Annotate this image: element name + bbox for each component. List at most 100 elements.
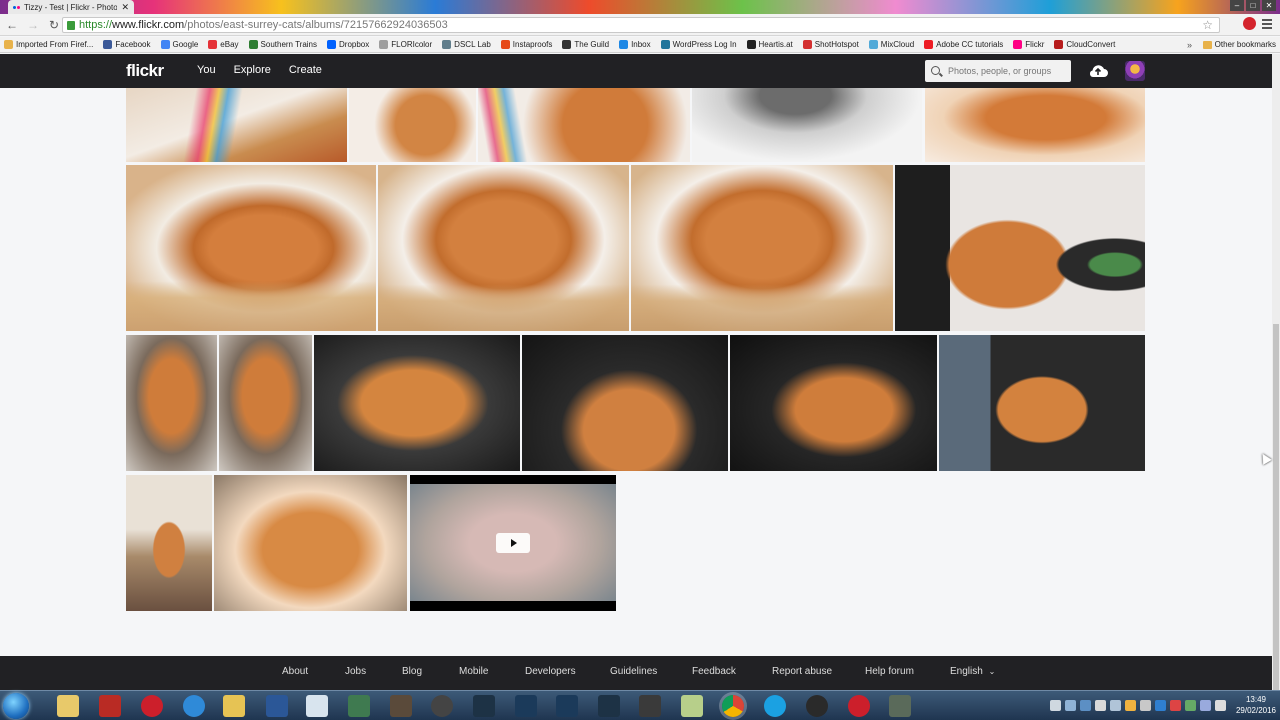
opera-icon[interactable] bbox=[141, 695, 163, 717]
video-tile[interactable] bbox=[410, 475, 616, 611]
bookmark-item[interactable]: CloudConvert bbox=[1054, 40, 1115, 49]
footer-link-help-forum[interactable]: Help forum bbox=[865, 666, 914, 677]
tray-icon[interactable] bbox=[1154, 699, 1166, 711]
play-icon[interactable] bbox=[496, 533, 530, 553]
file-explorer-icon[interactable] bbox=[57, 695, 79, 717]
spotify-icon[interactable] bbox=[806, 695, 828, 717]
bookmark-item[interactable]: Facebook bbox=[103, 40, 151, 49]
back-icon[interactable]: ← bbox=[3, 16, 21, 34]
tray-icon[interactable] bbox=[1139, 699, 1151, 711]
mail-icon[interactable] bbox=[223, 695, 245, 717]
upload-cloud-icon[interactable] bbox=[1088, 63, 1108, 79]
chrome-menu-icon[interactable] bbox=[1262, 18, 1272, 30]
tray-icon[interactable] bbox=[1049, 699, 1061, 711]
photoshop-2-icon[interactable] bbox=[556, 695, 578, 717]
page-scrollbar[interactable] bbox=[1272, 54, 1280, 690]
taskbar-clock[interactable]: 13:49 29/02/2016 bbox=[1236, 694, 1276, 716]
tray-icon[interactable] bbox=[1109, 699, 1121, 711]
photo-tile[interactable] bbox=[349, 88, 476, 162]
tray-icon[interactable] bbox=[1124, 699, 1136, 711]
nav-create[interactable]: Create bbox=[289, 64, 322, 76]
skype-icon[interactable] bbox=[764, 695, 786, 717]
bookmark-item[interactable]: Adobe CC tutorials bbox=[924, 40, 1003, 49]
tray-icon[interactable] bbox=[1064, 699, 1076, 711]
photo-tile[interactable] bbox=[522, 335, 728, 471]
camera-raw-icon[interactable] bbox=[390, 695, 412, 717]
photo-tile[interactable] bbox=[314, 335, 520, 471]
notes-icon[interactable] bbox=[681, 695, 703, 717]
forward-icon[interactable]: → bbox=[24, 16, 42, 34]
footer-link-about[interactable]: About bbox=[282, 666, 308, 677]
opera-2-icon[interactable] bbox=[848, 695, 870, 717]
close-window-icon[interactable]: ✕ bbox=[1262, 0, 1276, 11]
word-icon[interactable] bbox=[266, 695, 288, 717]
search-box[interactable] bbox=[925, 60, 1071, 82]
search-input[interactable] bbox=[948, 66, 1066, 76]
footer-link-guidelines[interactable]: Guidelines bbox=[610, 666, 657, 677]
photo-tile[interactable] bbox=[478, 88, 690, 162]
minimize-icon[interactable]: – bbox=[1230, 0, 1244, 11]
opera-extension-icon[interactable] bbox=[1243, 17, 1256, 30]
photo-tile[interactable] bbox=[925, 88, 1145, 162]
address-bar[interactable]: https:// www.flickr.com /photos/east-sur… bbox=[62, 17, 1220, 33]
bookmark-item[interactable]: Southern Trains bbox=[248, 40, 317, 49]
language-selector[interactable]: English ⌄ bbox=[950, 666, 995, 677]
photo-tile[interactable] bbox=[730, 335, 937, 471]
photoshop-icon[interactable] bbox=[515, 695, 537, 717]
filezilla-icon[interactable] bbox=[99, 695, 121, 717]
close-tab-icon[interactable]: ✕ bbox=[121, 2, 129, 13]
photo-tile[interactable] bbox=[939, 335, 1145, 471]
flickr-logo[interactable]: flickr bbox=[126, 61, 164, 81]
bookmark-item[interactable]: WordPress Log In bbox=[660, 40, 737, 49]
media-icon[interactable] bbox=[431, 695, 453, 717]
lightroom-icon[interactable] bbox=[473, 695, 495, 717]
tray-icon[interactable] bbox=[1094, 699, 1106, 711]
footer-link-developers[interactable]: Developers bbox=[525, 666, 576, 677]
bookmark-item[interactable]: Inbox bbox=[619, 40, 651, 49]
photo-tile[interactable] bbox=[126, 475, 212, 611]
app-icon[interactable] bbox=[889, 695, 911, 717]
photo-tile[interactable] bbox=[126, 335, 217, 471]
adobe-bridge-icon[interactable] bbox=[639, 695, 661, 717]
footer-link-report-abuse[interactable]: Report abuse bbox=[772, 666, 832, 677]
bookmark-item[interactable]: The Guild bbox=[562, 40, 609, 49]
user-avatar[interactable] bbox=[1125, 61, 1145, 81]
reload-icon[interactable]: ↻ bbox=[45, 16, 63, 34]
internet-explorer-icon[interactable] bbox=[183, 695, 205, 717]
other-bookmarks[interactable]: Other bookmarks bbox=[1202, 40, 1276, 49]
bookmark-item[interactable]: Google bbox=[160, 40, 198, 49]
bookmark-star-icon[interactable]: ☆ bbox=[1202, 18, 1213, 32]
photo-tile[interactable] bbox=[895, 165, 1145, 331]
photo-tile[interactable] bbox=[126, 165, 376, 331]
photo-tile[interactable] bbox=[378, 165, 629, 331]
photo-tile[interactable] bbox=[692, 88, 922, 162]
lightroom-2-icon[interactable] bbox=[598, 695, 620, 717]
bookmark-item[interactable]: FLORIcolor bbox=[379, 40, 432, 49]
photo-tile[interactable] bbox=[214, 475, 407, 611]
bookmark-item[interactable]: Imported From Firef... bbox=[4, 40, 93, 49]
footer-link-feedback[interactable]: Feedback bbox=[692, 666, 736, 677]
maximize-icon[interactable]: □ bbox=[1246, 0, 1260, 11]
photo-tile[interactable] bbox=[631, 165, 893, 331]
notepad-icon[interactable] bbox=[306, 695, 328, 717]
nav-explore[interactable]: Explore bbox=[234, 64, 271, 76]
windows-start-icon[interactable] bbox=[3, 693, 29, 719]
tray-icon[interactable] bbox=[1184, 699, 1196, 711]
bookmark-item[interactable]: ShotHotspot bbox=[802, 40, 859, 49]
bookmark-item[interactable]: DSCL Lab bbox=[442, 40, 491, 49]
bookmark-item[interactable]: Heartis.at bbox=[746, 40, 793, 49]
bookmark-item[interactable]: Flickr bbox=[1013, 40, 1044, 49]
bookmark-item[interactable]: Dropbox bbox=[327, 40, 369, 49]
chrome-icon[interactable] bbox=[722, 695, 744, 717]
bookmark-item[interactable]: eBay bbox=[208, 40, 239, 49]
bookmarks-overflow-icon[interactable]: » bbox=[1187, 40, 1192, 50]
dreamweaver-icon[interactable] bbox=[348, 695, 370, 717]
scrollbar-thumb[interactable] bbox=[1273, 324, 1279, 690]
tray-icon[interactable] bbox=[1199, 699, 1211, 711]
tray-icon[interactable] bbox=[1079, 699, 1091, 711]
bookmark-item[interactable]: MixCloud bbox=[868, 40, 914, 49]
tray-icon[interactable] bbox=[1169, 699, 1181, 711]
footer-link-blog[interactable]: Blog bbox=[402, 666, 422, 677]
bookmark-item[interactable]: Instaproofs bbox=[500, 40, 552, 49]
photo-tile[interactable] bbox=[126, 88, 347, 162]
